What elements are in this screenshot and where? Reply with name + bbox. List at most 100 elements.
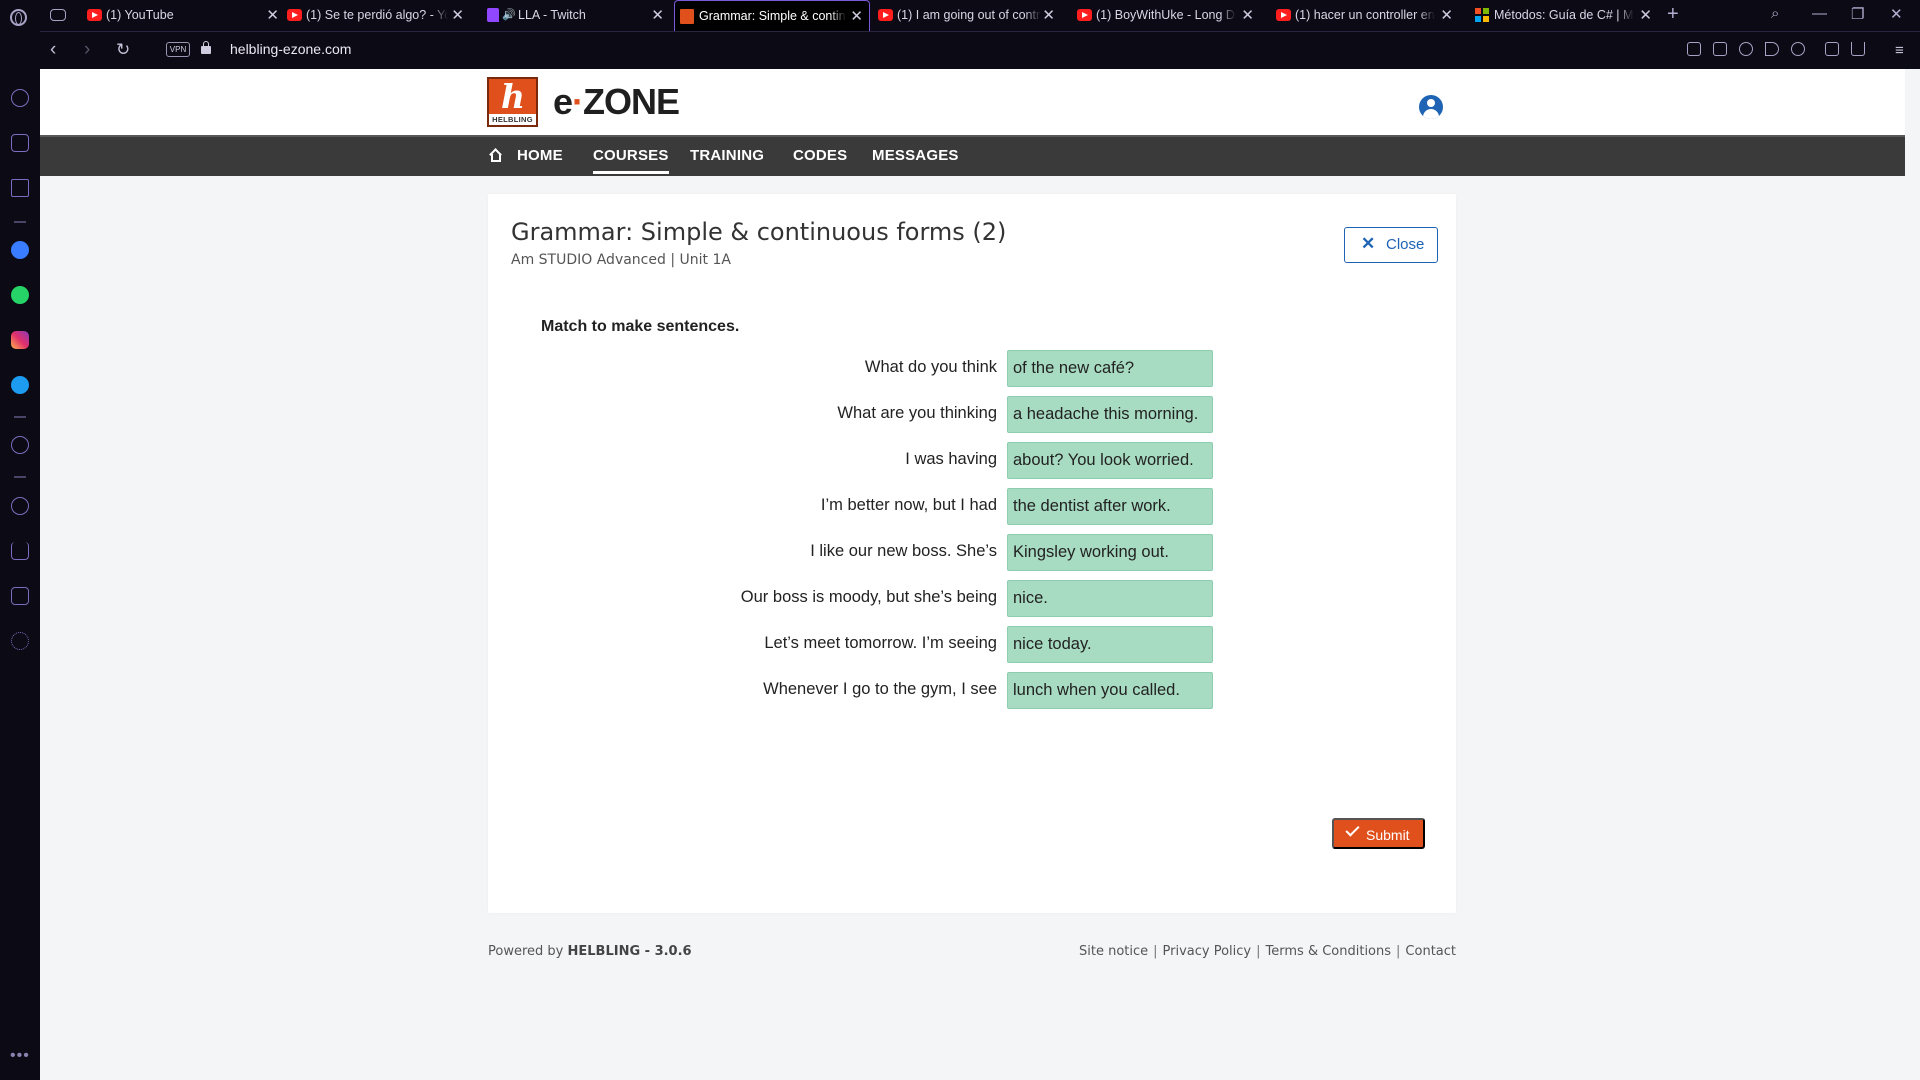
- minimize-icon[interactable]: —: [1812, 5, 1827, 22]
- user-account-icon[interactable]: [1419, 95, 1443, 119]
- sentence-start: I like our new boss. She’s: [810, 542, 997, 560]
- draggable-answer[interactable]: nice.: [1007, 580, 1213, 617]
- workspaces-icon[interactable]: [50, 9, 66, 21]
- footer-link-privacy[interactable]: Privacy Policy: [1163, 944, 1252, 959]
- lock-icon[interactable]: [201, 41, 211, 54]
- sentence-start: What do you think: [864, 358, 997, 376]
- url-field[interactable]: helbling-ezone.com: [230, 41, 351, 57]
- tab-youtube[interactable]: (1) YouTube ✕: [82, 0, 285, 31]
- twitch-icon: [487, 8, 499, 22]
- downloads-sidebar-icon[interactable]: [11, 542, 29, 560]
- instagram-icon[interactable]: [11, 331, 29, 349]
- tab-close-icon[interactable]: ✕: [1639, 0, 1652, 31]
- youtube-icon: [87, 9, 102, 21]
- flow-send-icon[interactable]: [1765, 42, 1779, 56]
- settings-gear-icon[interactable]: [11, 632, 29, 650]
- helbling-icon: [680, 9, 694, 24]
- tab-twitch[interactable]: 🔊 LLA - Twitch ✕: [482, 0, 670, 31]
- bookmark-heart-icon[interactable]: [1791, 42, 1805, 56]
- audio-playing-icon[interactable]: 🔊: [502, 0, 516, 31]
- nav-courses[interactable]: COURSES: [593, 147, 669, 174]
- tab-close-icon[interactable]: ✕: [1241, 0, 1254, 31]
- close-icon: ✕: [1361, 234, 1376, 253]
- restore-icon[interactable]: ❐: [1851, 5, 1864, 23]
- forward-icon[interactable]: ›: [84, 40, 90, 60]
- web-page: h HELBLING e·ZONE HOME COURSES TRAINING …: [40, 69, 1905, 1080]
- tab-microsoft-docs[interactable]: Métodos: Guía de C# | Mic ✕: [1470, 0, 1658, 31]
- sentence-start: Our boss is moody, but she’s being: [740, 588, 997, 606]
- microsoft-icon: [1475, 8, 1489, 22]
- twitch-sidebar-icon[interactable]: [11, 179, 29, 197]
- sentence-start: I was having: [905, 450, 997, 468]
- tab-close-icon[interactable]: ✕: [651, 0, 664, 31]
- tab-going-out-of-control[interactable]: (1) I am going out of contr ✕: [873, 0, 1061, 31]
- exercise-subtitle: Am STUDIO Advanced | Unit 1A: [511, 252, 731, 268]
- speed-dial-icon[interactable]: [11, 89, 29, 107]
- nav-messages[interactable]: MESSAGES: [872, 147, 959, 164]
- match-row: Whenever I go to the gym, I see lunch wh…: [488, 672, 1456, 710]
- new-tab-plus-icon[interactable]: +: [1667, 3, 1679, 26]
- helbling-logo[interactable]: h HELBLING: [487, 77, 538, 127]
- adblock-icon[interactable]: [1739, 42, 1753, 56]
- draggable-answer[interactable]: of the new café?: [1007, 350, 1213, 387]
- reload-icon[interactable]: ↻: [116, 40, 130, 60]
- sidebar-more-icon[interactable]: •••: [10, 1047, 30, 1065]
- footer-link-site-notice[interactable]: Site notice: [1079, 944, 1148, 959]
- tab-close-icon[interactable]: ✕: [451, 0, 464, 31]
- send-tab-icon[interactable]: [1687, 42, 1701, 56]
- checkmark-icon: [1345, 822, 1360, 837]
- exercise-instruction: Match to make sentences.: [541, 318, 740, 335]
- tab-close-icon[interactable]: ✕: [1042, 0, 1055, 31]
- history-clock-icon[interactable]: [11, 497, 29, 515]
- back-icon[interactable]: ‹: [50, 40, 56, 60]
- snapshot-camera-icon[interactable]: [1713, 42, 1727, 56]
- twitter-icon[interactable]: [11, 376, 29, 394]
- tab-se-te-perdio[interactable]: (1) Se te perdió algo? - You ✕: [282, 0, 470, 31]
- vpn-badge[interactable]: VPN: [166, 42, 190, 57]
- extensions-sidebar-icon[interactable]: [11, 587, 29, 605]
- easy-setup-menu-icon[interactable]: ≡: [1895, 41, 1904, 61]
- tab-close-icon[interactable]: ✕: [850, 1, 863, 32]
- extensions-cube-icon[interactable]: [1825, 42, 1839, 56]
- browser-tab-strip: (1) YouTube ✕ (1) Se te perdió algo? - Y…: [0, 0, 1920, 32]
- draggable-answer[interactable]: nice today.: [1007, 626, 1213, 663]
- match-row: Our boss is moody, but she’s being nice.: [488, 580, 1456, 618]
- draggable-answer[interactable]: about? You look worried.: [1007, 442, 1213, 479]
- downloads-icon[interactable]: [1851, 42, 1865, 56]
- site-header: h HELBLING e·ZONE: [40, 69, 1905, 135]
- messenger-icon[interactable]: [11, 241, 29, 259]
- bag-icon[interactable]: [11, 134, 29, 152]
- nav-codes[interactable]: CODES: [793, 147, 847, 164]
- submit-button[interactable]: Submit: [1332, 818, 1425, 849]
- draggable-answer[interactable]: lunch when you called.: [1007, 672, 1213, 709]
- tab-controller[interactable]: (1) hacer un controller en A ✕: [1271, 0, 1459, 31]
- tab-boywithuke[interactable]: (1) BoyWithUke - Long Dri ✕: [1072, 0, 1260, 31]
- player-icon[interactable]: [11, 436, 29, 454]
- match-row: What do you think of the new café?: [488, 350, 1456, 388]
- draggable-answer[interactable]: a headache this morning.: [1007, 396, 1213, 433]
- opera-logo-icon[interactable]: [10, 9, 27, 26]
- tab-search-icon[interactable]: ⌕: [1771, 5, 1779, 22]
- nav-training[interactable]: TRAINING: [690, 147, 764, 164]
- tab-close-icon[interactable]: ✕: [1440, 0, 1453, 31]
- nav-home[interactable]: HOME: [517, 147, 563, 164]
- sentence-start: What are you thinking: [837, 404, 997, 422]
- home-icon[interactable]: [488, 147, 504, 163]
- exercise-card: Grammar: Simple & continuous forms (2) A…: [488, 194, 1456, 913]
- sentence-start: I’m better now, but I had: [820, 496, 997, 514]
- tab-grammar-active[interactable]: Grammar: Simple & contin ✕: [674, 0, 870, 32]
- youtube-icon: [287, 9, 302, 21]
- draggable-answer[interactable]: the dentist after work.: [1007, 488, 1213, 525]
- close-button[interactable]: ✕ Close: [1344, 227, 1438, 263]
- footer-link-terms[interactable]: Terms & Conditions: [1266, 944, 1392, 959]
- draggable-answer[interactable]: Kingsley working out.: [1007, 534, 1213, 571]
- sentence-start: Let’s meet tomorrow. I’m seeing: [764, 634, 997, 652]
- footer-link-contact[interactable]: Contact: [1405, 944, 1456, 959]
- ezone-brand[interactable]: e·ZONE: [553, 81, 680, 123]
- powered-by: Powered by HELBLING - 3.0.6: [488, 944, 692, 959]
- match-row: I’m better now, but I had the dentist af…: [488, 488, 1456, 526]
- whatsapp-icon[interactable]: [11, 286, 29, 304]
- close-window-icon[interactable]: ✕: [1890, 5, 1903, 23]
- tab-close-icon[interactable]: ✕: [266, 0, 279, 31]
- page-scrollbar[interactable]: [1905, 69, 1920, 1080]
